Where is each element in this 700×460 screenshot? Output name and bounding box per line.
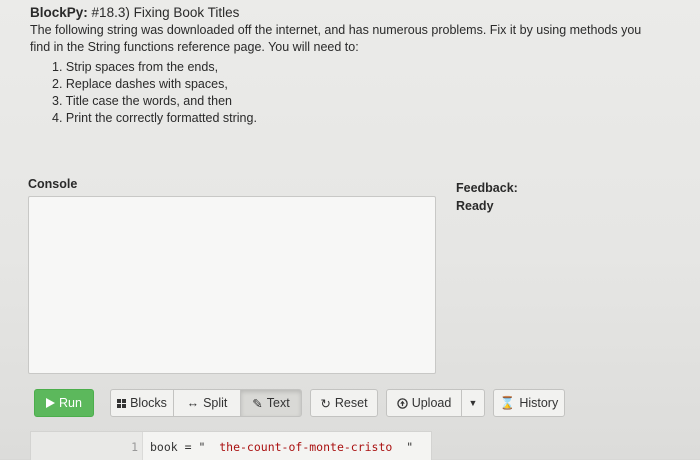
console-output[interactable]	[28, 196, 436, 374]
blocks-grid-icon	[117, 398, 127, 408]
text-label: Text	[266, 396, 290, 410]
upload-label: Upload	[411, 396, 452, 410]
split-label: Split	[203, 396, 228, 410]
split-button[interactable]: ↔ Split	[173, 389, 241, 417]
instructions-text: The following string was downloaded off …	[30, 23, 642, 54]
instructions-steps: 1. Strip spaces from the ends, 2. Replac…	[52, 59, 257, 127]
blocks-label: Blocks	[130, 396, 167, 410]
refresh-icon: ↻	[320, 396, 331, 411]
feedback-label: Feedback:	[456, 181, 518, 195]
hourglass-icon: ⌛	[499, 395, 516, 410]
code-suffix: "	[406, 440, 414, 454]
history-button[interactable]: ⌛ History	[493, 389, 565, 417]
reset-button[interactable]: ↻ Reset	[310, 389, 378, 417]
step-item: 1. Strip spaces from the ends,	[52, 60, 219, 74]
blocks-button[interactable]: Blocks	[110, 389, 174, 417]
reset-label: Reset	[334, 396, 368, 410]
console-label: Console	[28, 177, 78, 191]
history-label: History	[519, 396, 559, 410]
step-item: 4. Print the correctly formatted string.	[52, 111, 257, 125]
code-prefix: book = "	[150, 440, 206, 454]
step-item: 2. Replace dashes with spaces,	[52, 77, 228, 91]
text-button[interactable]: ✎ Text	[240, 389, 302, 417]
line-number: 1	[31, 432, 143, 460]
code-string-literal: the-count-of-monte-cristo	[205, 440, 407, 454]
feedback-status: Ready	[456, 199, 494, 213]
page-title: BlockPy: #18.3) Fixing Book Titles	[30, 5, 239, 20]
blockpy-page: BlockPy: #18.3) Fixing Book Titles The f…	[0, 0, 700, 460]
upload-dropdown-button[interactable]: ▼	[461, 389, 485, 417]
caret-down-icon: ▼	[468, 398, 478, 408]
assignment-title: #18.3) Fixing Book Titles	[91, 5, 240, 20]
code-line[interactable]: book = " the-count-of-monte-cristo "	[150, 440, 413, 454]
code-editor[interactable]: 1 book = " the-count-of-monte-cristo "	[30, 431, 432, 460]
split-arrows-icon: ↔	[186, 396, 200, 410]
step-item: 3. Title case the words, and then	[52, 94, 232, 108]
play-icon	[46, 398, 56, 408]
brand-label: BlockPy:	[30, 5, 88, 20]
run-button[interactable]: Run	[34, 389, 94, 417]
upload-button[interactable]: Upload	[386, 389, 462, 417]
upload-circle-icon	[396, 397, 408, 409]
run-label: Run	[59, 396, 82, 410]
pencil-icon: ✎	[252, 396, 263, 411]
